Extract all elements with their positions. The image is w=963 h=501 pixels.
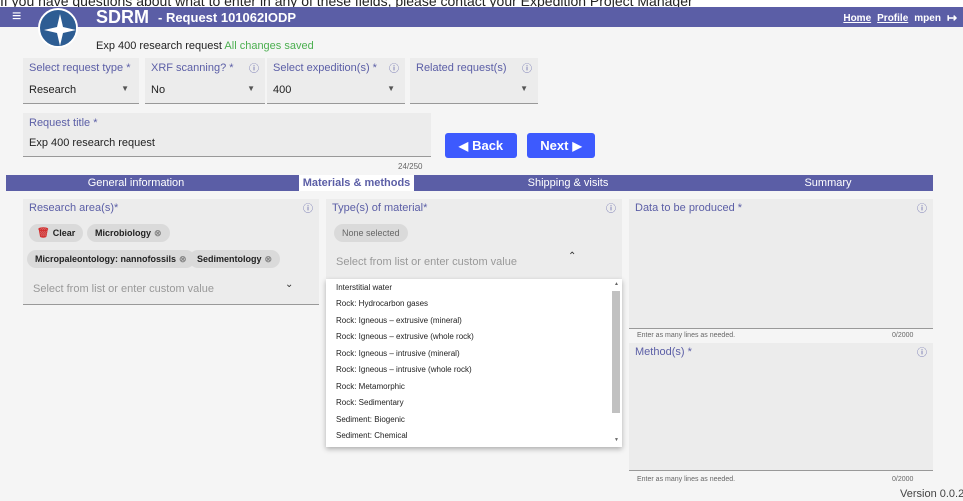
help-icon[interactable]: ⓘ [389,60,399,75]
top-nav: Home Profile mpen ↦ [843,11,957,25]
methods-hint: Enter as many lines as needed. [637,476,736,483]
close-icon[interactable]: ⊗ [179,254,187,265]
data-produced-field[interactable]: Data to be produced * ⓘ [629,199,933,329]
clear-button[interactable]: 🗑 Clear [29,224,84,242]
methods-field[interactable]: Method(s) * ⓘ [629,343,933,471]
chevron-down-icon: ▼ [121,84,129,93]
data-produced-hint: Enter as many lines as needed. [637,332,736,339]
chevron-down-icon: ▼ [520,84,528,93]
chevron-down-icon[interactable]: ⌄ [285,279,293,290]
request-subtitle: Exp 400 research request All changes sav… [96,40,314,52]
help-icon[interactable]: ⓘ [303,200,313,215]
request-id: - Request 101062IODP [158,10,297,25]
app-title: SDRM [96,7,149,27]
list-item[interactable]: Rock: Igneous – extrusive (mineral) [336,316,462,325]
none-selected-chip: None selected [334,224,408,242]
help-icon[interactable]: ⓘ [606,200,616,215]
xrf-select[interactable]: XRF scanning? * ⓘ No ▼ [145,58,265,104]
tab-materials-methods[interactable]: Materials & methods [299,175,414,191]
trash-icon: 🗑 [37,227,50,239]
help-icon[interactable]: ⓘ [522,60,532,75]
list-item[interactable]: Rock: Igneous – intrusive (mineral) [336,349,460,358]
list-item[interactable]: Interstitial water [336,283,392,292]
tab-general-information[interactable]: General information [6,175,266,191]
help-icon[interactable]: ⓘ [917,200,927,215]
title-counter: 24/250 [398,162,423,171]
research-area-input[interactable]: Select from list or enter custom value [33,283,214,295]
chip-micropaleontology[interactable]: Micropaleontology: nannofossils ⊗ [27,250,195,268]
version-label: Version 0.0.2 [900,488,963,500]
scrollbar-thumb[interactable] [612,291,620,413]
profile-link[interactable]: Profile [877,13,908,24]
close-icon[interactable]: ⊗ [265,254,273,265]
chip-microbiology[interactable]: Microbiology ⊗ [87,224,170,242]
tab-bar: General information Materials & methods … [6,175,933,191]
list-item[interactable]: Sediment: Biogenic [336,415,405,424]
scroll-down-icon[interactable]: ▼ [614,437,619,443]
logo-icon [38,8,78,48]
related-request-select[interactable]: Related request(s) ⓘ ▼ [410,58,538,104]
list-item[interactable]: Rock: Igneous – intrusive (whole rock) [336,365,472,374]
data-produced-counter: 0/2000 [892,332,914,339]
list-item[interactable]: Rock: Sedimentary [336,398,404,407]
logout-icon[interactable]: ↦ [947,11,957,25]
chevron-down-icon: ▼ [387,84,395,93]
material-dropdown-list: Interstitial water Rock: Hydrocarbon gas… [326,279,622,447]
help-icon[interactable]: ⓘ [917,344,927,359]
material-input[interactable]: Select from list or enter custom value [336,256,517,268]
list-item[interactable]: Sediment: Chemical [336,431,408,440]
chevron-down-icon: ▼ [247,84,255,93]
list-item[interactable]: Rock: Hydrocarbon gases [336,299,428,308]
top-bar: ≡ SDRM - Request 101062IODP Home Profile… [0,7,963,27]
list-item[interactable]: Rock: Igneous – extrusive (whole rock) [336,332,474,341]
methods-counter: 0/2000 [892,476,914,483]
close-icon[interactable]: ⊗ [154,228,162,239]
tab-shipping-visits[interactable]: Shipping & visits [428,175,708,191]
request-type-select[interactable]: Select request type * Research ▼ [23,58,139,104]
list-item[interactable]: Rock: Metamorphic [336,382,405,391]
menu-icon[interactable]: ≡ [12,8,21,26]
tab-summary[interactable]: Summary [748,175,908,191]
request-title-field[interactable]: Request title * Exp 400 research request [23,113,431,157]
next-button[interactable]: Next ▶ [527,133,595,158]
arrow-left-icon: ◀ [458,138,469,153]
expedition-select[interactable]: Select expedition(s) * ⓘ 400 ▼ [267,58,405,104]
username: mpen [914,12,941,24]
home-link[interactable]: Home [843,13,871,24]
material-panel: Type(s) of material* ⓘ None selected Sel… [326,199,622,279]
arrow-right-icon: ▶ [572,138,582,153]
research-area-panel: Research area(s)* ⓘ 🗑 Clear Microbiology… [23,199,319,305]
chevron-up-icon[interactable]: ⌃ [568,251,576,262]
scroll-up-icon[interactable]: ▲ [614,281,619,287]
help-icon[interactable]: ⓘ [249,60,259,75]
chip-sedimentology[interactable]: Sedimentology ⊗ [189,250,281,268]
save-status: All changes saved [224,40,314,52]
back-button[interactable]: ◀ Back [445,133,517,158]
